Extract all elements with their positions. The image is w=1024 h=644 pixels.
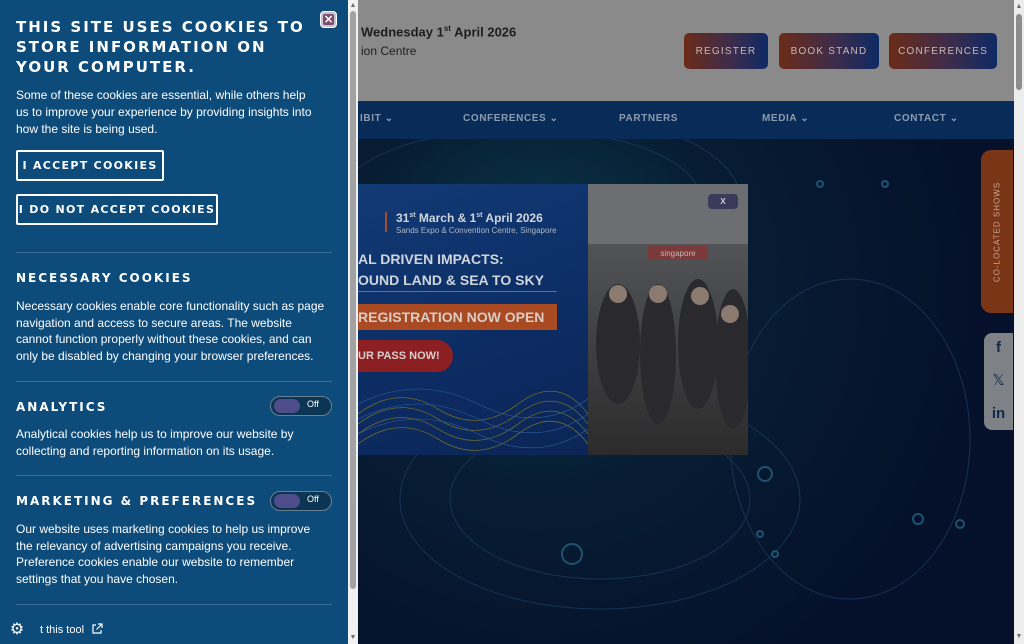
scroll-down-arrow-icon[interactable]: ▼ [1014, 632, 1024, 642]
section-divider [16, 252, 332, 253]
chevron-down-icon: ⌄ [800, 113, 810, 124]
necessary-cookies-text: Necessary cookies enable core functional… [16, 299, 325, 363]
wave-graphic [358, 388, 588, 451]
about-this-tool-link[interactable]: t this tool [40, 624, 84, 636]
analytics-title: ANALYTICS [16, 400, 108, 414]
section-divider [16, 604, 332, 605]
cookie-close-button[interactable]: × [320, 11, 337, 28]
page-scrollbar[interactable]: ▲ ▼ [1014, 0, 1024, 644]
singapore-sign: singapore [648, 246, 708, 260]
cookie-intro-text: Some of these cookies are essential, whi… [16, 88, 312, 136]
toggle-knob [274, 399, 300, 413]
co-located-shows-tab[interactable]: CO-LOCATED SHOWS [981, 150, 1013, 313]
accent-bar [385, 212, 387, 232]
accept-cookies-button[interactable]: I ACCEPT COOKIES [16, 150, 164, 181]
page-scrollbar-thumb[interactable] [1016, 14, 1022, 90]
book-stand-button[interactable]: BOOK STAND [779, 33, 879, 69]
toggle-state-label: Off [307, 399, 319, 409]
conferences-button[interactable]: CONFERENCES [889, 33, 997, 69]
section-divider [16, 475, 332, 476]
linkedin-icon[interactable]: in [984, 405, 1013, 422]
marketing-preferences-toggle[interactable]: Off [270, 491, 332, 511]
event-date: Wednesday 1st April 2026 [361, 24, 517, 40]
x-twitter-icon[interactable]: 𝕏 [984, 371, 1013, 389]
reject-cookies-button[interactable]: I DO NOT ACCEPT COOKIES [16, 194, 218, 225]
external-link-icon[interactable] [91, 623, 103, 635]
analytics-text: Analytical cookies help us to improve ou… [16, 427, 294, 458]
popup-close-button[interactable]: X [708, 194, 738, 209]
nav-item-partners[interactable]: PARTNERS [619, 113, 678, 124]
popup-divider [358, 291, 557, 292]
chevron-down-icon: ⌄ [949, 113, 959, 124]
facebook-icon[interactable]: f [984, 339, 1013, 356]
analytics-toggle[interactable]: Off [270, 396, 332, 416]
necessary-cookies-title: NECESSARY COOKIES [16, 271, 193, 285]
marketing-preferences-text: Our website uses marketing cookies to he… [16, 522, 311, 586]
nav-item-contact[interactable]: CONTACT ⌄ [894, 113, 959, 124]
popup-event-date: 31st March & 1st April 2026 [396, 211, 543, 225]
cookie-panel-title: THIS SITE USES COOKIES TO STORE INFORMAT… [16, 18, 305, 76]
popup-headline-2: OUND LAND & SEA TO SKY [358, 272, 544, 288]
nav-item-media[interactable]: MEDIA ⌄ [762, 113, 809, 124]
scroll-up-arrow-icon[interactable]: ▲ [1014, 2, 1024, 12]
scroll-up-arrow-icon[interactable]: ▲ [348, 1, 358, 11]
section-divider [16, 381, 332, 382]
popup-headline-1: AL DRIVEN IMPACTS: [358, 251, 504, 267]
close-icon: × [323, 12, 334, 26]
registration-banner: REGISTRATION NOW OPEN [358, 304, 557, 330]
crowd-photo-graphic [588, 184, 748, 429]
expo-photo: singapore [588, 184, 748, 455]
marketing-preferences-title: MARKETING & PREFERENCES [16, 494, 258, 508]
nav-item-exhibit[interactable]: IBIT ⌄ [360, 113, 394, 124]
scroll-down-arrow-icon[interactable]: ▼ [348, 633, 358, 643]
promo-popup-text-area: 31st March & 1st April 2026 Sands Expo &… [358, 184, 588, 455]
event-venue: ion Centre [361, 44, 417, 58]
popup-venue: Sands Expo & Convention Centre, Singapor… [396, 226, 557, 235]
toggle-knob [274, 494, 300, 508]
cookie-panel-scrollbar[interactable]: ▲ ▼ [348, 0, 358, 644]
gear-icon[interactable]: ⚙ [8, 620, 26, 638]
chevron-down-icon: ⌄ [384, 113, 394, 124]
get-pass-button[interactable]: UR PASS NOW! [358, 340, 453, 372]
promo-popup: 31st March & 1st April 2026 Sands Expo &… [358, 184, 748, 455]
social-links: f 𝕏 in [984, 333, 1013, 430]
nav-item-conferences[interactable]: CONFERENCES ⌄ [463, 113, 559, 124]
register-button[interactable]: REGISTER [684, 33, 768, 69]
cookie-consent-panel: × THIS SITE USES COOKIES TO STORE INFORM… [0, 0, 348, 644]
chevron-down-icon: ⌄ [549, 113, 559, 124]
cookie-panel-scrollbar-thumb[interactable] [350, 11, 356, 589]
toggle-state-label: Off [307, 494, 319, 504]
